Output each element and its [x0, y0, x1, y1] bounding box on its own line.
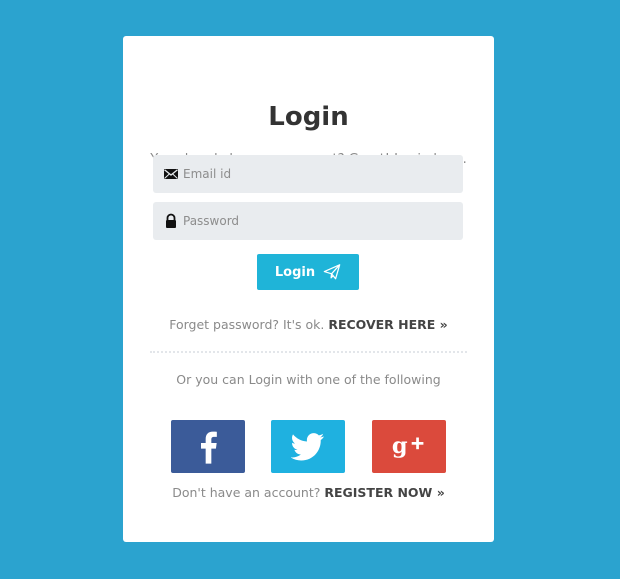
- password-input[interactable]: [183, 202, 453, 240]
- google-plus-login-button[interactable]: g: [372, 420, 446, 473]
- forgot-password-line: Forget password? It's ok. RECOVER HERE »: [123, 316, 494, 334]
- divider: [150, 351, 467, 353]
- register-link[interactable]: REGISTER NOW »: [324, 485, 444, 500]
- register-line: Don't have an account? REGISTER NOW »: [123, 484, 494, 502]
- recover-link[interactable]: RECOVER HERE »: [328, 317, 447, 332]
- twitter-icon: [291, 432, 325, 460]
- register-text: Don't have an account?: [172, 485, 321, 500]
- email-input[interactable]: [183, 155, 453, 193]
- login-button[interactable]: Login: [257, 254, 359, 290]
- envelope-icon: [163, 166, 179, 182]
- google-plus-icon: g: [392, 433, 424, 459]
- paper-plane-icon: [323, 264, 341, 280]
- email-field[interactable]: [153, 155, 463, 193]
- facebook-icon: [201, 431, 217, 464]
- password-field[interactable]: [153, 202, 463, 240]
- forgot-password-text: Forget password? It's ok.: [169, 317, 325, 332]
- twitter-login-button[interactable]: [271, 420, 345, 473]
- login-card: Login You already have an account? Great…: [123, 36, 494, 542]
- svg-text:g: g: [392, 433, 408, 459]
- social-login-heading: Or you can Login with one of the followi…: [176, 372, 441, 387]
- login-button-label: Login: [274, 264, 316, 280]
- lock-icon: [163, 213, 179, 229]
- login-title: Login: [268, 102, 349, 132]
- facebook-login-button[interactable]: [171, 420, 245, 473]
